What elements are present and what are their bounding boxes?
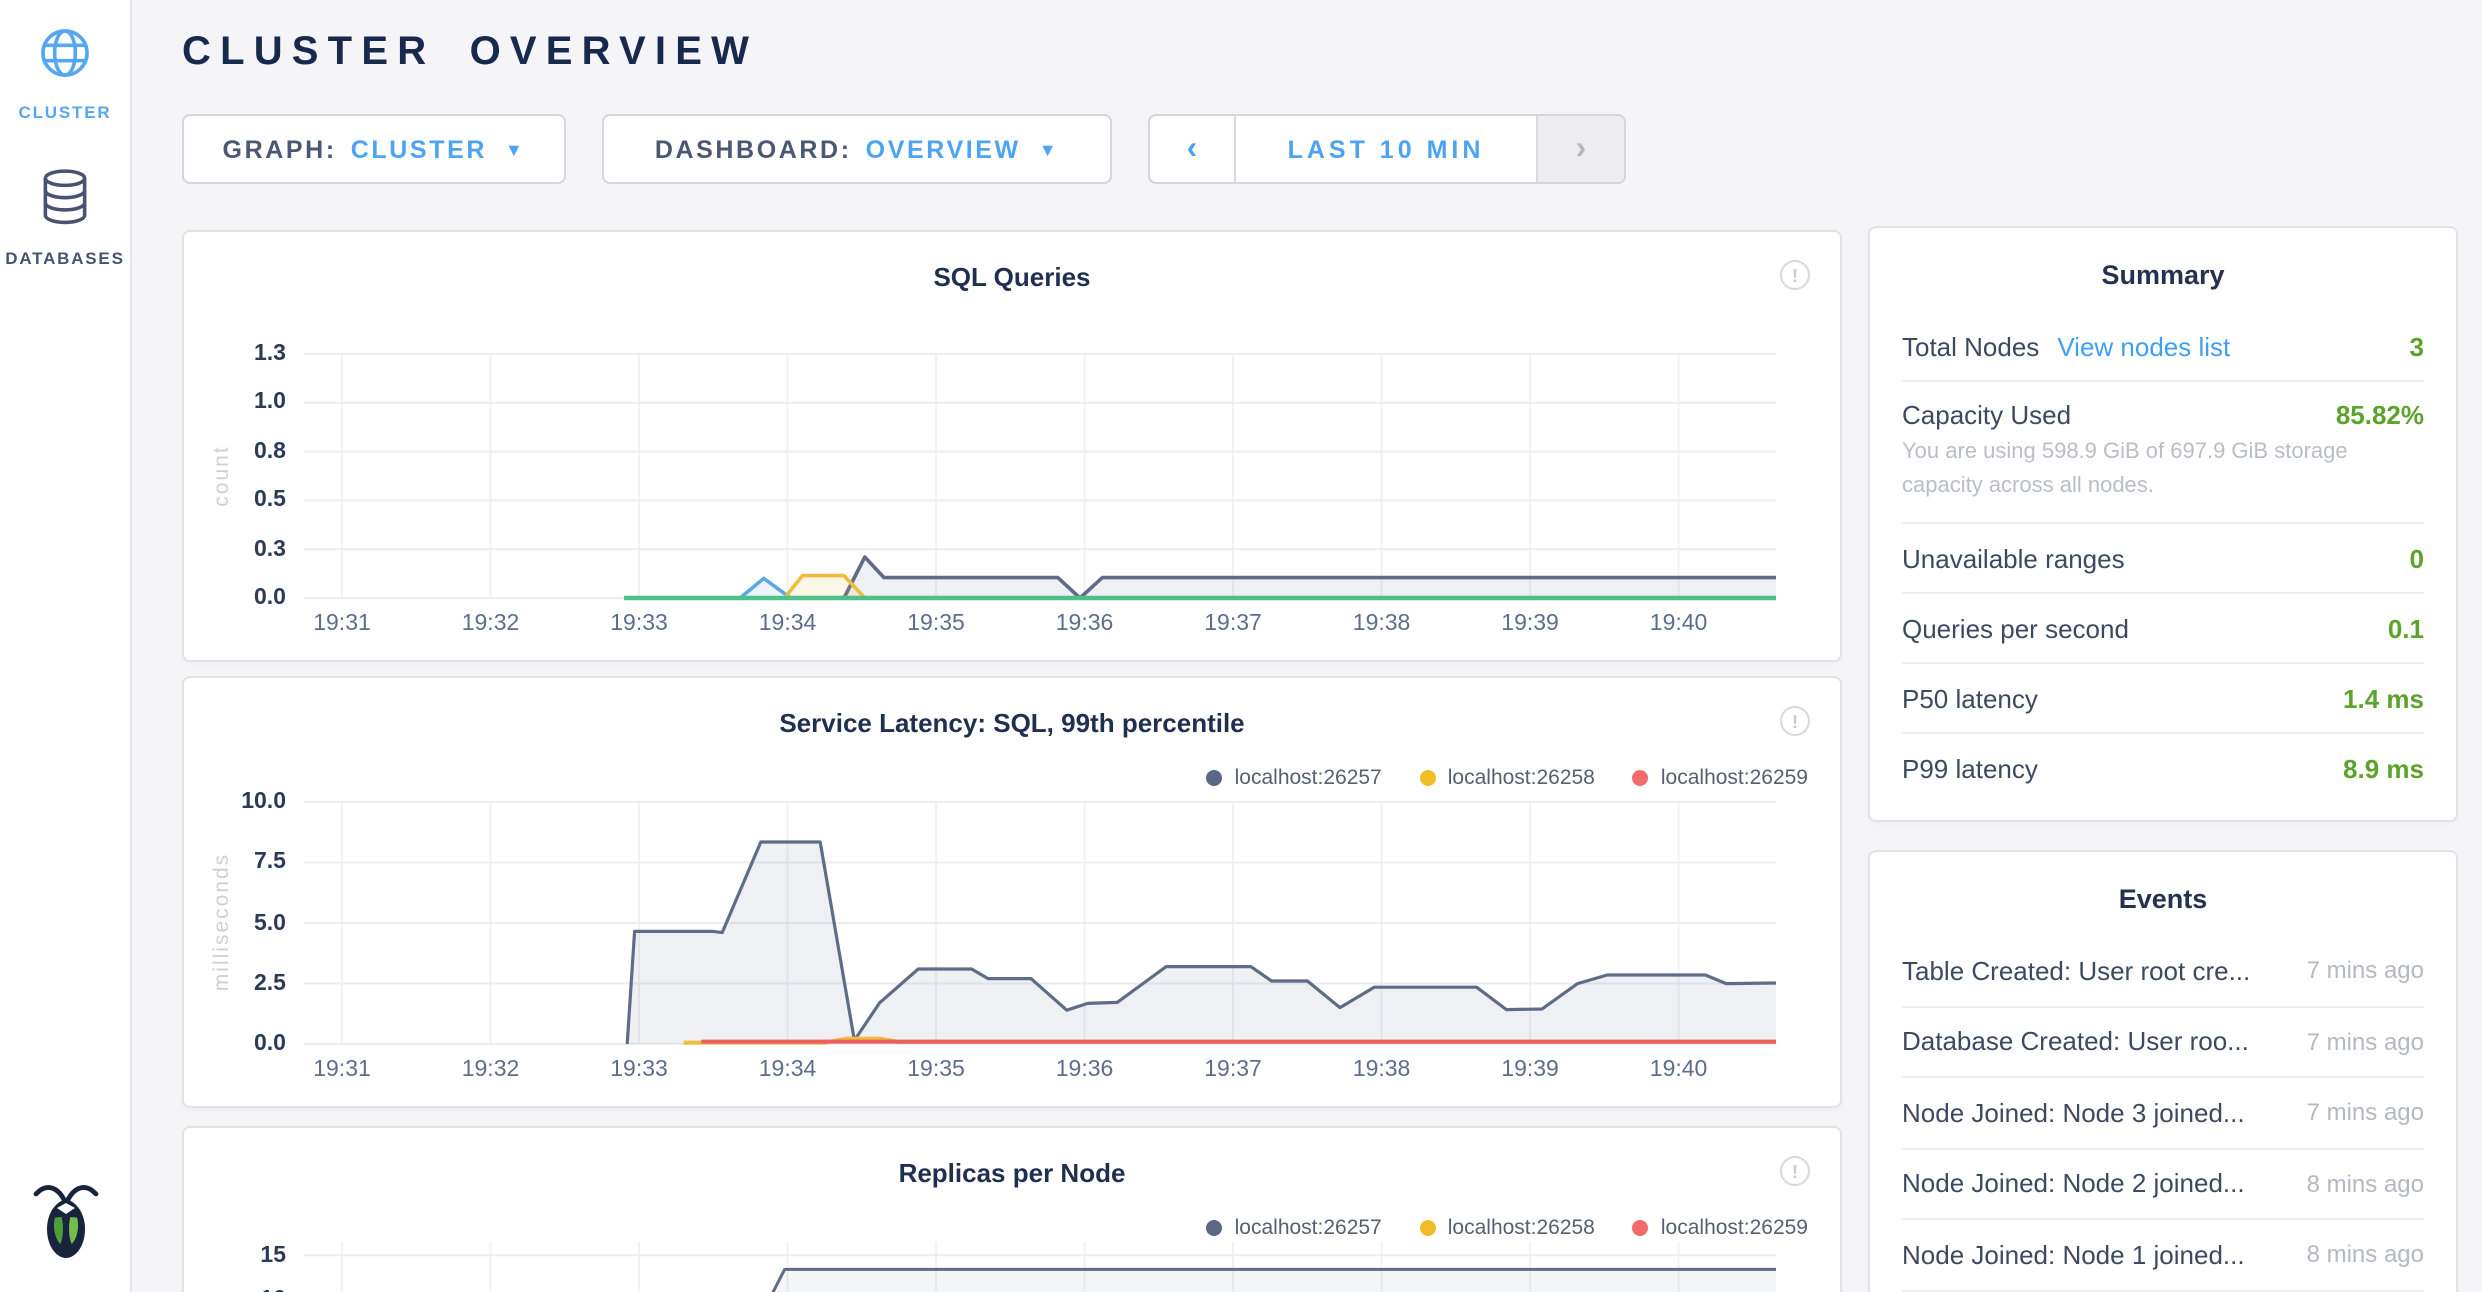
replicas-per-node-panel: Replicas per Node ! localhost:26257 loca… bbox=[182, 1126, 1842, 1292]
summary-row-queries-per-second: Queries per second 0.1 bbox=[1902, 594, 2424, 664]
legend-item[interactable]: localhost:26258 bbox=[1420, 766, 1595, 790]
summary-row-capacity-used: Capacity Used 85.82% You are using 598.9… bbox=[1902, 382, 2424, 524]
chart-legend: localhost:26257 localhost:26258 localhos… bbox=[1207, 1216, 1808, 1240]
chevron-right-icon: › bbox=[1576, 131, 1587, 167]
graph-dropdown-label: GRAPH: bbox=[223, 135, 337, 163]
cluster-overview-page: CLUSTER DATABASES bbox=[0, 0, 2482, 1292]
event-time: 7 mins ago bbox=[2307, 957, 2424, 985]
chart-title: Replicas per Node bbox=[184, 1158, 1840, 1188]
chart-legend: localhost:26257 localhost:26258 localhos… bbox=[1207, 766, 1808, 790]
page-title: CLUSTER OVERVIEW bbox=[182, 30, 758, 76]
summary-title: Summary bbox=[1870, 228, 2456, 312]
y-axis-label: count bbox=[210, 445, 234, 506]
summary-row-total-nodes: Total Nodes View nodes list 3 bbox=[1902, 312, 2424, 382]
service-latency-plot: 19:3119:3219:3319:3419:3519:3619:3719:38… bbox=[304, 802, 1776, 1044]
sidebar-item-label: DATABASES bbox=[5, 248, 124, 268]
summary-panel: Summary Total Nodes View nodes list 3 Ca… bbox=[1868, 226, 2458, 822]
view-nodes-list-link[interactable]: View nodes list bbox=[2057, 331, 2230, 361]
time-range-prev-button[interactable]: ‹ bbox=[1150, 116, 1236, 182]
legend-label: localhost:26259 bbox=[1661, 766, 1808, 790]
chevron-down-icon: ▼ bbox=[505, 139, 525, 159]
sidebar-item-databases[interactable]: DATABASES bbox=[0, 168, 130, 268]
summary-value: 3 bbox=[2410, 331, 2424, 361]
event-row: Node Joined: Node 3 joined... 7 mins ago bbox=[1902, 1078, 2424, 1149]
summary-label: Queries per second bbox=[1902, 613, 2129, 643]
summary-value: 0 bbox=[2410, 543, 2424, 573]
chevron-down-icon: ▼ bbox=[1039, 139, 1059, 159]
legend-item[interactable]: localhost:26259 bbox=[1633, 1216, 1808, 1240]
legend-dot-icon bbox=[1633, 770, 1649, 786]
legend-item[interactable]: localhost:26258 bbox=[1420, 1216, 1595, 1240]
summary-row-unavailable-ranges: Unavailable ranges 0 bbox=[1902, 524, 2424, 594]
dashboard-dropdown[interactable]: DASHBOARD: OVERVIEW ▼ bbox=[602, 114, 1112, 184]
info-icon[interactable]: ! bbox=[1780, 1156, 1810, 1186]
sql-queries-panel: SQL Queries ! count 19:3119:3219:3319:34… bbox=[182, 230, 1842, 662]
event-text: Node Joined: Node 3 joined... bbox=[1902, 1098, 2245, 1128]
graph-dropdown-value: CLUSTER bbox=[351, 135, 487, 163]
events-panel: Events Table Created: User root cre... 7… bbox=[1868, 850, 2458, 1292]
events-title: Events bbox=[1870, 852, 2456, 936]
legend-label: localhost:26258 bbox=[1448, 1216, 1595, 1240]
event-text: Table Created: User root cre... bbox=[1902, 956, 2250, 986]
time-range-value[interactable]: LAST 10 MIN bbox=[1236, 116, 1536, 182]
dashboard-dropdown-label: DASHBOARD: bbox=[655, 135, 852, 163]
legend-dot-icon bbox=[1420, 770, 1436, 786]
event-time: 7 mins ago bbox=[2307, 1028, 2424, 1056]
summary-row-p99-latency: P99 latency 8.9 ms bbox=[1902, 734, 2424, 804]
summary-value: 8.9 ms bbox=[2343, 754, 2424, 784]
dashboard-dropdown-value: OVERVIEW bbox=[866, 135, 1021, 163]
summary-label: P50 latency bbox=[1902, 683, 2038, 713]
event-text: Node Joined: Node 2 joined... bbox=[1902, 1169, 2245, 1199]
chart-title: Service Latency: SQL, 99th percentile bbox=[184, 708, 1840, 738]
legend-label: localhost:26258 bbox=[1448, 766, 1595, 790]
cockroachdb-logo[interactable] bbox=[29, 1180, 101, 1270]
summary-label: P99 latency bbox=[1902, 754, 2038, 784]
event-row: Node Joined: Node 1 joined... 8 mins ago bbox=[1902, 1220, 2424, 1291]
y-axis-label: milliseconds bbox=[210, 853, 234, 991]
event-text: Node Joined: Node 1 joined... bbox=[1902, 1240, 2245, 1270]
replicas-per-node-plot: 19:3119:3219:3319:3419:3519:3619:3719:38… bbox=[304, 1242, 1776, 1292]
legend-label: localhost:26257 bbox=[1235, 1216, 1382, 1240]
legend-item[interactable]: localhost:26257 bbox=[1207, 766, 1382, 790]
event-text: Database Created: User roo... bbox=[1902, 1027, 2249, 1057]
sql-queries-plot: 19:3119:3219:3319:3419:3519:3619:3719:38… bbox=[304, 354, 1776, 598]
summary-label: Total Nodes bbox=[1902, 331, 2039, 361]
legend-item[interactable]: localhost:26257 bbox=[1207, 1216, 1382, 1240]
database-icon bbox=[38, 168, 92, 236]
controls-bar: GRAPH: CLUSTER ▼ DASHBOARD: OVERVIEW ▼ ‹… bbox=[182, 114, 1626, 184]
capacity-subtext: You are using 598.9 GiB of 697.9 GiB sto… bbox=[1902, 436, 2424, 502]
service-latency-panel: Service Latency: SQL, 99th percentile ! … bbox=[182, 676, 1842, 1108]
sidebar-item-cluster[interactable]: CLUSTER bbox=[0, 26, 130, 122]
legend-label: localhost:26257 bbox=[1235, 766, 1382, 790]
event-time: 8 mins ago bbox=[2307, 1170, 2424, 1198]
chart-title: SQL Queries bbox=[184, 262, 1840, 292]
event-row: Database Created: User roo... 7 mins ago bbox=[1902, 1007, 2424, 1078]
event-time: 8 mins ago bbox=[2307, 1241, 2424, 1269]
legend-dot-icon bbox=[1207, 1220, 1223, 1236]
legend-item[interactable]: localhost:26259 bbox=[1633, 766, 1808, 790]
summary-value: 0.1 bbox=[2388, 613, 2424, 643]
sidebar: CLUSTER DATABASES bbox=[0, 0, 132, 1292]
summary-label: Unavailable ranges bbox=[1902, 543, 2125, 573]
info-icon[interactable]: ! bbox=[1780, 706, 1810, 736]
sidebar-item-label: CLUSTER bbox=[19, 102, 112, 122]
chevron-left-icon: ‹ bbox=[1187, 131, 1198, 167]
graph-dropdown[interactable]: GRAPH: CLUSTER ▼ bbox=[182, 114, 566, 184]
info-icon[interactable]: ! bbox=[1780, 260, 1810, 290]
event-row: Node Joined: Node 2 joined... 8 mins ago bbox=[1902, 1149, 2424, 1220]
legend-dot-icon bbox=[1633, 1220, 1649, 1236]
summary-row-p50-latency: P50 latency 1.4 ms bbox=[1902, 664, 2424, 734]
legend-label: localhost:26259 bbox=[1661, 1216, 1808, 1240]
legend-dot-icon bbox=[1420, 1220, 1436, 1236]
time-range-selector: ‹ LAST 10 MIN › bbox=[1148, 114, 1626, 184]
summary-value: 85.82% bbox=[2336, 400, 2424, 430]
time-range-next-button[interactable]: › bbox=[1536, 116, 1624, 182]
summary-label: Capacity Used bbox=[1902, 400, 2071, 430]
summary-value: 1.4 ms bbox=[2343, 683, 2424, 713]
legend-dot-icon bbox=[1207, 770, 1223, 786]
event-row: Table Created: User root cre... 7 mins a… bbox=[1902, 936, 2424, 1007]
globe-icon bbox=[38, 26, 92, 90]
event-time: 7 mins ago bbox=[2307, 1099, 2424, 1127]
